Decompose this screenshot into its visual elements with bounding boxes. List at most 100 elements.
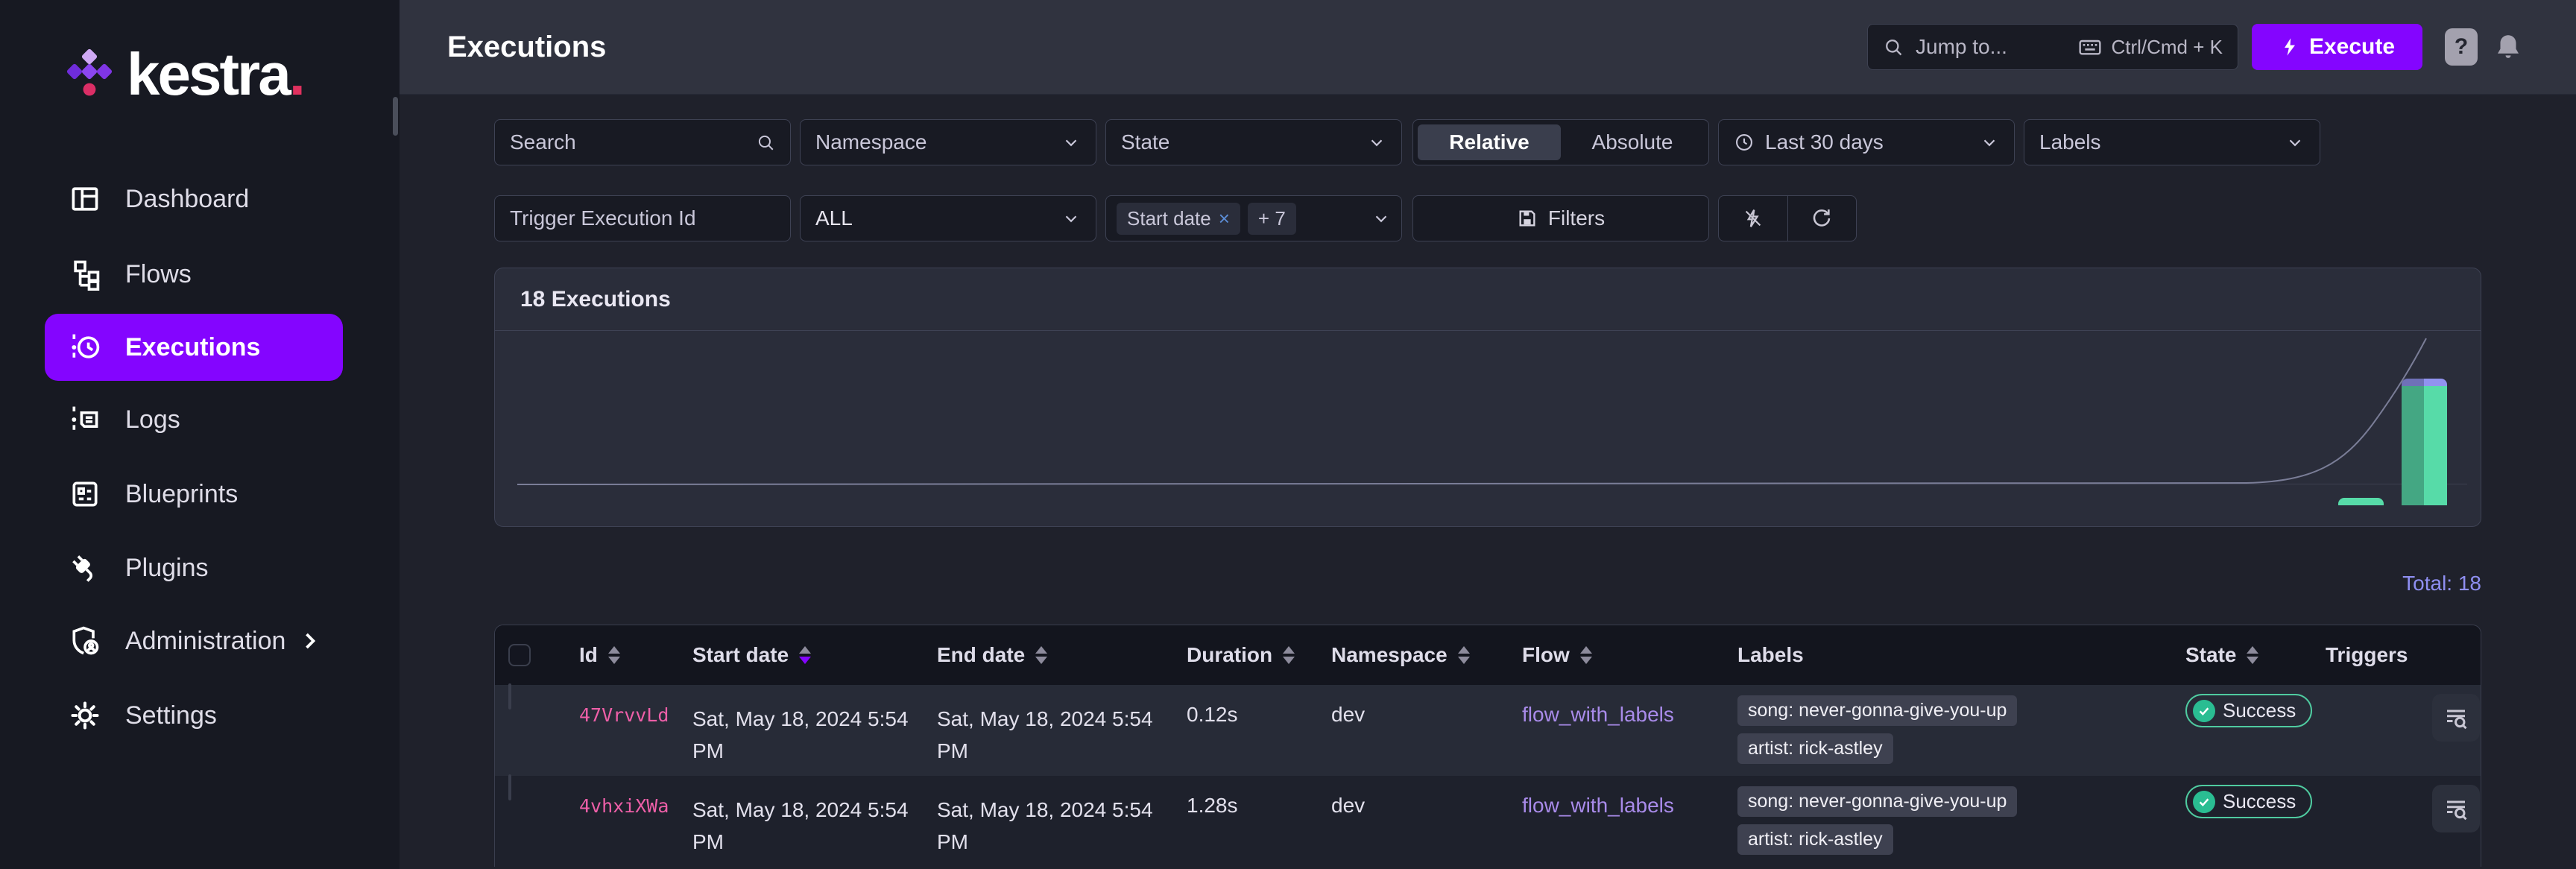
- row-checkbox[interactable]: [508, 683, 511, 710]
- help-button[interactable]: ?: [2445, 28, 2478, 66]
- sort-icon[interactable]: [1283, 646, 1295, 664]
- total-count: Total: 18: [2402, 572, 2481, 595]
- sidebar-item-blueprints[interactable]: Blueprints: [45, 461, 343, 528]
- executions-chart-card: 18 Executions: [494, 268, 2481, 527]
- trigger-details-button[interactable]: [2432, 694, 2480, 742]
- namespace-cell: dev: [1331, 703, 1366, 726]
- dashboard-icon: [69, 183, 101, 215]
- sidebar-item-administration[interactable]: Administration: [45, 607, 343, 674]
- labels-cell: song: never-gonna-give-you-up artist: ri…: [1737, 685, 2185, 764]
- sort-icon[interactable]: [607, 646, 620, 664]
- sidebar-item-label: Dashboard: [125, 184, 250, 213]
- label-chip: song: never-gonna-give-you-up: [1737, 786, 2018, 817]
- lightning-bolt-icon: [2279, 37, 2300, 57]
- column-header-state[interactable]: State: [2185, 643, 2326, 667]
- labels-select[interactable]: Labels: [2024, 119, 2320, 165]
- date-range-select[interactable]: Last 30 days: [1718, 119, 2015, 165]
- brand-dot: .: [288, 41, 306, 107]
- sidebar-item-executions[interactable]: Executions: [45, 314, 343, 381]
- state-select-label: State: [1121, 130, 1170, 154]
- sidebar-item-label: Plugins: [125, 553, 209, 582]
- sidebar-item-dashboard[interactable]: Dashboard: [45, 165, 343, 233]
- labels-cell: song: never-gonna-give-you-up artist: ri…: [1737, 776, 2185, 855]
- displayed-columns-select[interactable]: Start date × + 7: [1105, 195, 1402, 241]
- label-chip: artist: rick-astley: [1737, 824, 1893, 855]
- scope-value: ALL: [815, 206, 853, 230]
- keyboard-icon: [2078, 35, 2102, 59]
- brand-name: kestra.: [127, 41, 306, 107]
- help-question-mark: ?: [2454, 34, 2469, 59]
- sidebar-item-logs[interactable]: Logs: [45, 386, 343, 453]
- jump-to-search[interactable]: Jump to... Ctrl/Cmd + K: [1867, 24, 2238, 70]
- date-range-value: Last 30 days: [1765, 130, 1884, 154]
- search-input[interactable]: [510, 130, 756, 154]
- sidebar-scrollbar-thumb[interactable]: [393, 97, 398, 136]
- select-all-checkbox[interactable]: [508, 644, 531, 666]
- trigger-execution-id-input[interactable]: [510, 206, 775, 230]
- save-filters-button[interactable]: Filters: [1412, 195, 1709, 241]
- log-search-icon: [2447, 800, 2467, 821]
- sort-icon-active-desc[interactable]: [799, 646, 812, 664]
- sidebar-item-label: Administration: [125, 626, 286, 655]
- column-header-flow[interactable]: Flow: [1522, 643, 1737, 667]
- sort-icon[interactable]: [2247, 646, 2259, 664]
- column-header-end-date[interactable]: End date: [937, 643, 1187, 667]
- column-header-id[interactable]: Id: [579, 643, 692, 667]
- status-badge: Success: [2185, 785, 2313, 818]
- chevron-down-icon: [1061, 133, 1081, 152]
- flow-link[interactable]: flow_with_labels: [1522, 794, 1674, 817]
- start-date-cell: Sat, May 18, 2024 5:54 PM: [692, 798, 909, 854]
- search-icon: [1883, 37, 1904, 57]
- sort-icon[interactable]: [1457, 646, 1470, 664]
- gear-icon: [69, 699, 101, 732]
- column-header-triggers: Triggers: [2326, 643, 2408, 666]
- sort-icon[interactable]: [1579, 646, 1592, 664]
- sidebar-item-flows[interactable]: Flows: [45, 241, 343, 308]
- executions-table: Id Start date End date Duration Namespac…: [494, 625, 2481, 867]
- state-select[interactable]: State: [1105, 119, 1402, 165]
- refresh-controls: [1718, 195, 1857, 241]
- check-circle-icon: [2193, 790, 2215, 813]
- execution-id-link[interactable]: 47VrvvLd: [579, 704, 669, 726]
- chart-card-title: 18 Executions: [495, 268, 2481, 331]
- sidebar-item-label: Executions: [125, 332, 261, 361]
- refresh-icon[interactable]: [1787, 196, 1857, 241]
- plugins-icon: [69, 552, 101, 584]
- chevron-down-icon: [1367, 133, 1386, 152]
- kestra-logo[interactable]: kestra.: [64, 39, 306, 110]
- executions-icon: [69, 331, 101, 364]
- execute-button[interactable]: Execute: [2252, 24, 2422, 70]
- start-date-chip[interactable]: Start date ×: [1117, 202, 1240, 235]
- notifications-bell-icon[interactable]: [2493, 31, 2524, 63]
- column-header-namespace[interactable]: Namespace: [1331, 643, 1522, 667]
- trigger-details-button[interactable]: [2432, 785, 2480, 832]
- sidebar-item-settings[interactable]: Settings: [45, 682, 343, 749]
- sidebar-item-plugins[interactable]: Plugins: [45, 534, 343, 601]
- row-checkbox[interactable]: [508, 774, 511, 800]
- namespace-select[interactable]: Namespace: [800, 119, 1096, 165]
- sort-icon[interactable]: [1035, 646, 1048, 664]
- end-date-cell: Sat, May 18, 2024 5:54 PM: [937, 798, 1153, 854]
- duration-line: [517, 338, 2427, 485]
- column-header-start-date[interactable]: Start date: [692, 643, 937, 667]
- namespace-select-label: Namespace: [815, 130, 927, 154]
- table-row[interactable]: 47VrvvLd Sat, May 18, 2024 5:54 PM Sat, …: [495, 683, 2481, 776]
- executions-bar-chart[interactable]: [495, 331, 2481, 525]
- sidebar-item-label: Settings: [125, 701, 217, 730]
- status-badge: Success: [2185, 694, 2313, 727]
- administration-icon: [69, 625, 101, 657]
- page-title: Executions: [447, 30, 607, 63]
- blueprints-icon: [69, 478, 101, 511]
- relative-toggle[interactable]: Relative: [1418, 124, 1561, 160]
- auto-refresh-off-icon[interactable]: [1719, 196, 1787, 241]
- flow-link[interactable]: flow_with_labels: [1522, 703, 1674, 726]
- execution-id-link[interactable]: 4vhxiXWa: [579, 795, 669, 817]
- more-columns-chip[interactable]: + 7: [1247, 202, 1296, 235]
- search-filter: [494, 119, 791, 165]
- absolute-toggle[interactable]: Absolute: [1561, 124, 1704, 160]
- scope-select[interactable]: ALL: [800, 195, 1096, 241]
- table-row[interactable]: 4vhxiXWa Sat, May 18, 2024 5:54 PM Sat, …: [495, 774, 2481, 867]
- sidebar: kestra. Dashboard Flows Executions Logs …: [0, 0, 400, 869]
- column-header-duration[interactable]: Duration: [1187, 643, 1331, 667]
- remove-chip-icon[interactable]: ×: [1219, 207, 1230, 230]
